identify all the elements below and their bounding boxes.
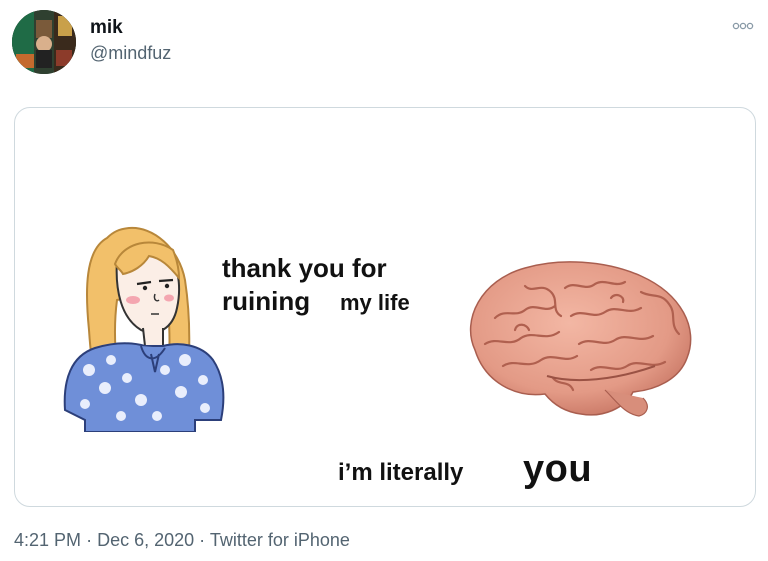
- meme-caption-top-line-1: thank you for: [222, 253, 387, 283]
- meme-caption-top-line-2-bold: ruining: [222, 286, 311, 316]
- girl-illustration: [63, 226, 225, 432]
- more-options-button[interactable]: [728, 18, 758, 34]
- tweet: mik @mindfuz thank you for ruining my li…: [0, 0, 768, 561]
- meta-separator-1: ·: [86, 530, 93, 550]
- username-handle[interactable]: @mindfuz: [90, 43, 171, 64]
- brain-image: [469, 261, 692, 417]
- meta-separator-2: ·: [199, 530, 206, 550]
- tweet-time[interactable]: 4:21 PM: [14, 530, 81, 550]
- meme-caption-bottom-bold: you: [523, 448, 593, 490]
- tweet-metadata: 4:21 PM · Dec 6, 2020 · Twitter for iPho…: [14, 530, 350, 551]
- tweet-client-link[interactable]: Twitter for iPhone: [210, 530, 350, 550]
- tweet-media-image[interactable]: thank you for ruining my life i’m litera…: [14, 107, 756, 507]
- meme-caption-top-line-2-rest: my life: [340, 290, 410, 315]
- tweet-date[interactable]: Dec 6, 2020: [97, 530, 194, 550]
- meme-caption-bottom-normal: i’m literally: [338, 459, 464, 486]
- display-name[interactable]: mik: [90, 17, 123, 39]
- avatar[interactable]: [12, 10, 76, 74]
- avatar-photo: [12, 10, 76, 74]
- more-dots-icon: [732, 22, 754, 30]
